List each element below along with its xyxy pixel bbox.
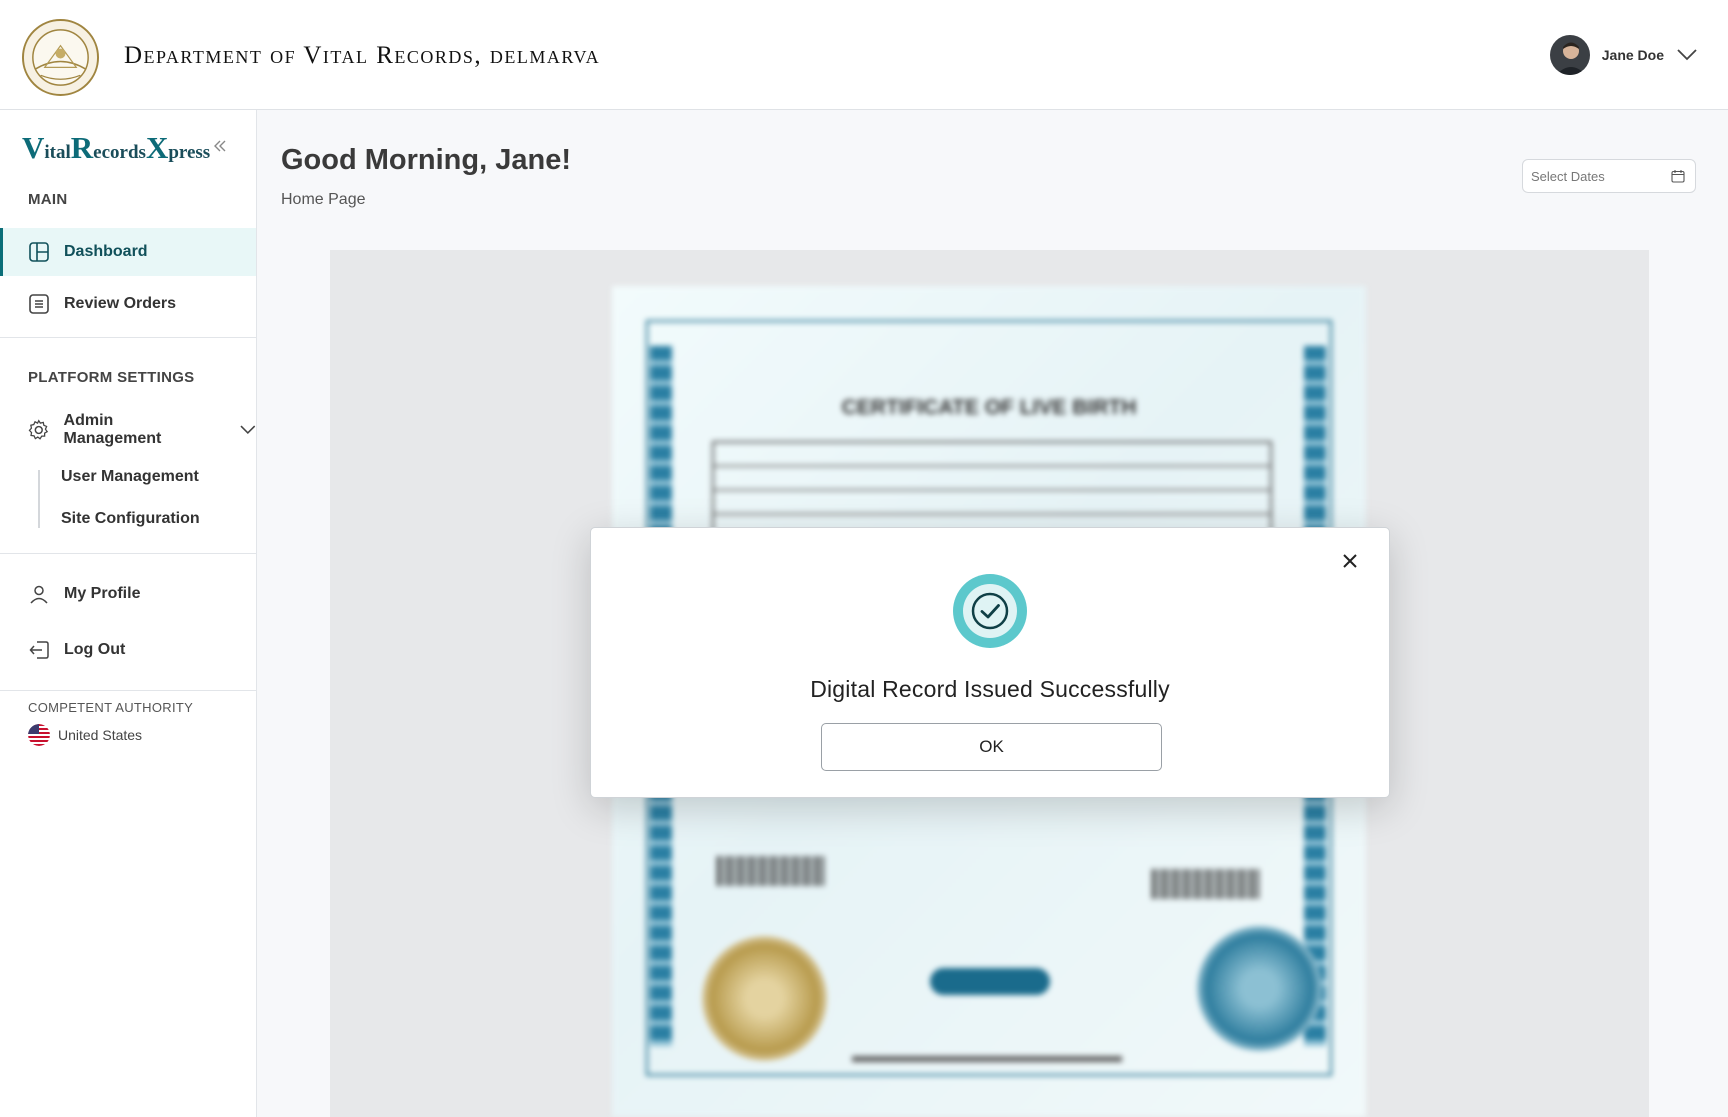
chevron-down-icon[interactable] [240,425,256,435]
brand-text-ital: ital [44,142,71,163]
validate-pill [930,968,1050,995]
date-range-picker[interactable]: Select Dates [1522,159,1696,193]
country-name: United States [58,727,143,743]
blue-seal [1197,926,1322,1051]
submenu-guide-line [38,470,40,528]
logout-icon [29,641,49,659]
user-avatar [1549,35,1590,75]
chevron-down-icon[interactable] [1676,48,1698,62]
divider [0,690,256,691]
dashboard-icon [29,242,49,262]
collapse-sidebar-icon[interactable] [212,138,228,154]
sidebar-item-log-out[interactable]: Log Out [0,626,256,674]
sidebar-item-label: Review Orders [64,295,177,312]
sidebar: Vital Records Xpress MAIN Dashboard Review… [0,110,257,1117]
certificate-barcode [1152,869,1260,899]
certificate-title: CERTIFICATE OF LIVE BIRTH [841,396,1137,419]
us-flag-icon [28,724,50,746]
department-title: Department of Vital Records, delmarva [124,42,601,69]
calendar-icon [1671,170,1685,183]
sidebar-item-label: My Profile [64,585,141,602]
brand-letter-v: V [22,130,45,165]
vitalrecordsxpress-logo: Vital Records Xpress [22,130,210,166]
brand-letter-r: R [70,130,94,165]
breadcrumb: Home Page [281,191,366,208]
certificate-fields-table [712,441,1272,536]
sidebar-item-review-orders[interactable]: Review Orders [0,280,256,328]
divider [0,553,256,554]
brand-text-ecords: ecords [93,142,146,163]
divider [0,337,256,338]
ok-button[interactable]: OK [821,723,1162,771]
platform-settings-heading: PLATFORM SETTINGS [28,369,195,386]
brand-letter-x: X [145,130,169,165]
list-icon [29,294,49,314]
brand-text-press: press [168,142,211,163]
date-picker-placeholder: Select Dates [1531,168,1605,184]
gear-icon [28,419,49,440]
sidebar-subitem-user-management[interactable]: User Management [61,468,199,486]
sidebar-item-my-profile[interactable]: My Profile [0,570,256,618]
check-circle-icon [953,574,1027,648]
sidebar-subitem-site-configuration[interactable]: Site Configuration [61,510,200,528]
department-seal-logo [21,18,100,97]
main-section-heading: MAIN [28,191,68,208]
sidebar-item-dashboard[interactable]: Dashboard [0,228,256,276]
sidebar-item-label: Log Out [64,641,126,658]
close-icon[interactable] [1339,550,1361,572]
user-menu[interactable]: Jane Doe [1549,35,1698,75]
gold-seal [702,936,827,1061]
certificate-barcode [717,856,825,886]
user-icon [30,585,48,604]
success-message: Digital Record Issued Successfully [810,676,1170,702]
success-dialog: Digital Record Issued Successfully OK [590,527,1390,798]
certificate-footer-text [852,1056,1122,1062]
competent-authority-heading: COMPETENT AUTHORITY [28,700,194,715]
sidebar-item-label: Admin Management [63,412,162,447]
page-title: Good Morning, Jane! [281,144,571,176]
sidebar-item-label: Dashboard [64,243,148,260]
user-name: Jane Doe [1601,47,1664,63]
authority-country: United States [28,724,142,746]
top-header: Department of Vital Records, delmarva Ja… [0,0,1728,110]
sidebar-item-admin-management[interactable]: Admin Management [0,406,256,454]
